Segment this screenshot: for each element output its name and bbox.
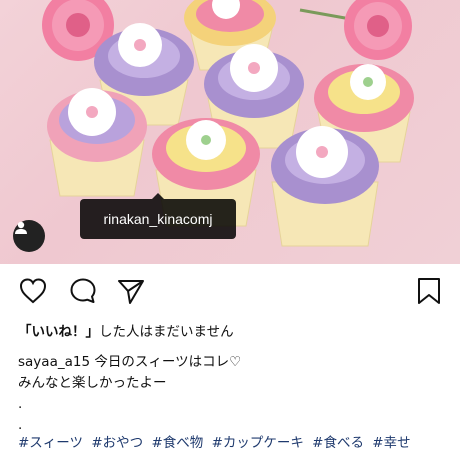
heart-icon xyxy=(19,278,47,304)
tagged-people-button[interactable] xyxy=(13,220,45,252)
tagged-username: rinakan_kinacomj xyxy=(103,211,213,227)
caption-line-2: みんなと楽しかったよー xyxy=(18,375,167,391)
hashtag-link[interactable]: #食べる xyxy=(312,435,364,451)
person-icon xyxy=(15,221,27,234)
caption-username[interactable]: sayaa_a15 xyxy=(18,354,90,370)
share-button[interactable] xyxy=(116,276,146,306)
hashtag-list: #スィーツ #おやつ #食べ物 #カップケーキ #食べる #幸せ xyxy=(18,431,415,451)
bookmark-icon xyxy=(418,278,440,304)
caption-dot-1: . xyxy=(18,396,23,412)
comment-icon xyxy=(70,278,96,303)
post-photo[interactable]: rinakan_kinacomj xyxy=(0,0,460,264)
hashtag-link[interactable]: #食べ物 xyxy=(151,435,203,451)
likes-prefix: 「いいね！」 xyxy=(18,324,99,340)
likes-count[interactable]: 「いいね！」した人はまだいません xyxy=(18,320,234,340)
save-button[interactable] xyxy=(414,276,444,306)
hashtag-link[interactable]: #カップケーキ xyxy=(212,435,304,451)
like-button[interactable] xyxy=(18,276,48,306)
hashtag-link[interactable]: #幸せ xyxy=(372,435,410,451)
cupcake-7 xyxy=(271,126,379,247)
paper-plane-icon xyxy=(118,280,144,304)
comment-button[interactable] xyxy=(68,276,98,306)
pink-gerbera-right xyxy=(344,0,412,60)
hashtag-link[interactable]: #スィーツ xyxy=(18,435,83,451)
post-caption: sayaa_a15 今日のスィーツはコレ♡ みんなと楽しかったよー . . xyxy=(18,352,448,436)
caption-line-1: 今日のスィーツはコレ♡ xyxy=(94,354,242,370)
likes-suffix: した人はまだいません xyxy=(99,324,234,340)
post-action-bar xyxy=(0,276,460,310)
hashtag-link[interactable]: #おやつ xyxy=(91,435,143,451)
tagged-user-label[interactable]: rinakan_kinacomj xyxy=(80,193,236,239)
cupcake-5 xyxy=(47,88,147,197)
